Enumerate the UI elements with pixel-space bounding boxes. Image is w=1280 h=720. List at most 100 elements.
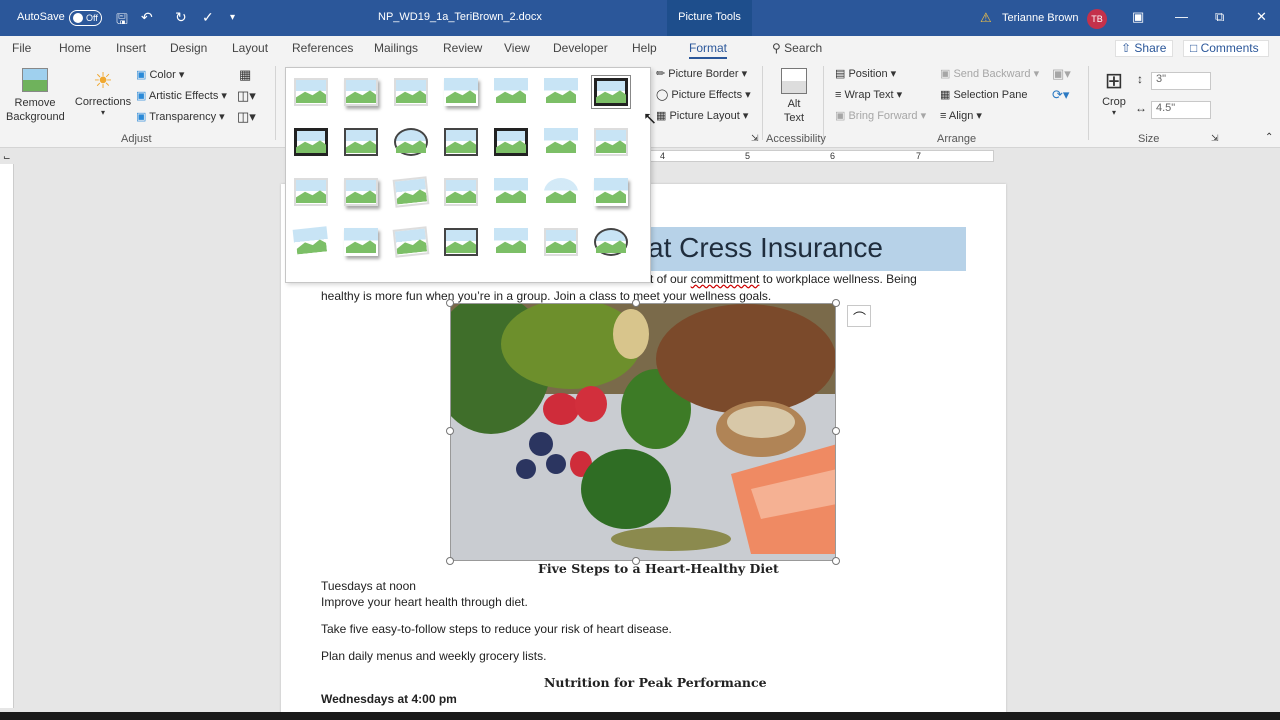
picture-style-option[interactable]: [594, 228, 628, 256]
customize-qat-icon[interactable]: ▾: [230, 12, 235, 23]
resize-handle[interactable]: [832, 557, 840, 565]
tab-view[interactable]: View: [504, 41, 530, 55]
close-icon[interactable]: ✕: [1256, 9, 1267, 25]
picture-style-option[interactable]: [494, 78, 528, 106]
crop-button[interactable]: ⊞ Crop ▾: [1098, 68, 1130, 117]
body-line[interactable]: Plan daily menus and weekly grocery list…: [321, 649, 546, 663]
picture-style-option[interactable]: [294, 128, 328, 156]
comments-button[interactable]: □ Comments: [1183, 40, 1269, 57]
undo-icon[interactable]: ↶: [141, 9, 153, 26]
resize-handle[interactable]: [632, 299, 640, 307]
picture-layout-button[interactable]: ▦ Picture Layout ▾: [656, 109, 748, 122]
send-backward-button[interactable]: ▣ Send Backward ▾: [940, 67, 1039, 80]
avatar[interactable]: TB: [1087, 9, 1107, 29]
selected-picture[interactable]: [450, 303, 836, 561]
picture-style-option[interactable]: [344, 78, 378, 106]
resize-handle[interactable]: [832, 299, 840, 307]
remove-background-button[interactable]: Remove Background: [6, 68, 65, 124]
share-button[interactable]: ⇧ Share: [1115, 40, 1173, 57]
rotate-icon[interactable]: ⟳▾: [1052, 87, 1069, 103]
picture-style-option[interactable]: [444, 178, 478, 206]
reset-picture-icon[interactable]: ◫▾: [237, 109, 256, 125]
user-name[interactable]: Terianne Brown: [1002, 12, 1078, 24]
picture-style-option[interactable]: [344, 228, 378, 256]
misspelled-word[interactable]: committment: [691, 272, 760, 286]
transparency-button[interactable]: ▣ Transparency ▾: [136, 110, 225, 123]
corrections-button[interactable]: ☀ Corrections ▾: [73, 68, 133, 117]
picture-effects-button[interactable]: ◯ Picture Effects ▾: [656, 88, 751, 101]
picture-style-option[interactable]: [591, 75, 631, 109]
layout-options-button[interactable]: ⌒: [847, 305, 871, 327]
picture-style-option[interactable]: [394, 128, 428, 156]
compress-pictures-icon[interactable]: ▦: [239, 67, 251, 83]
tab-help[interactable]: Help: [632, 41, 657, 55]
color-button[interactable]: ▣ Color ▾: [136, 68, 184, 81]
wrap-text-button[interactable]: ≡ Wrap Text ▾: [835, 88, 902, 101]
picture-style-option[interactable]: [594, 128, 628, 156]
tab-developer[interactable]: Developer: [553, 41, 608, 55]
selection-pane-button[interactable]: ▦ Selection Pane: [940, 88, 1027, 101]
picture-style-option[interactable]: [444, 228, 478, 256]
body-line[interactable]: Tuesdays at noon: [321, 579, 416, 593]
alt-text-button[interactable]: Alt Text: [772, 68, 816, 125]
picture-style-option[interactable]: [294, 178, 328, 206]
redo-icon[interactable]: ↻: [175, 9, 187, 26]
tab-review[interactable]: Review: [443, 41, 482, 55]
document-heading[interactable]: at Cress Insurance: [648, 232, 883, 264]
resize-handle[interactable]: [832, 427, 840, 435]
position-button[interactable]: ▤ Position ▾: [835, 67, 896, 80]
intro-line-1[interactable]: t of our committment to workplace wellne…: [650, 272, 917, 286]
tab-file[interactable]: File: [12, 41, 31, 55]
tab-format[interactable]: Format: [689, 41, 728, 59]
picture-style-option[interactable]: [392, 226, 430, 258]
tab-layout[interactable]: Layout: [232, 41, 268, 55]
ribbon-display-options-icon[interactable]: ▣: [1132, 9, 1144, 25]
picture-style-option[interactable]: [444, 128, 478, 156]
tab-home[interactable]: Home: [59, 41, 91, 55]
restore-icon[interactable]: ⧉: [1215, 9, 1224, 25]
height-input[interactable]: 3": [1151, 72, 1211, 90]
width-input[interactable]: 4.5": [1151, 101, 1211, 119]
save-icon[interactable]: 🖫: [116, 9, 128, 33]
intro-line-2[interactable]: healthy is more fun when you’re in a gro…: [321, 289, 771, 303]
change-picture-icon[interactable]: ◫▾: [237, 88, 256, 104]
section-title[interactable]: Five Steps to a Heart-Healthy Diet: [538, 561, 779, 576]
picture-style-option[interactable]: [544, 228, 578, 256]
warning-icon[interactable]: ⚠: [980, 10, 992, 26]
picture-style-option[interactable]: [294, 78, 328, 106]
resize-handle[interactable]: [446, 427, 454, 435]
align-button[interactable]: ≡ Align ▾: [940, 109, 982, 122]
resize-handle[interactable]: [446, 557, 454, 565]
group-objects-icon[interactable]: ▣▾: [1052, 66, 1071, 82]
spelling-icon[interactable]: ✓: [202, 9, 214, 26]
body-line[interactable]: Take five easy-to-follow steps to reduce…: [321, 622, 672, 636]
tab-design[interactable]: Design: [170, 41, 207, 55]
body-line[interactable]: Wednesdays at 4:00 pm: [321, 692, 457, 706]
picture-style-option[interactable]: [344, 178, 378, 206]
dialog-launcher-icon[interactable]: ⇲: [751, 133, 759, 144]
minimize-icon[interactable]: —: [1175, 9, 1188, 24]
collapse-ribbon-icon[interactable]: ⌃: [1265, 132, 1273, 143]
picture-style-option[interactable]: [544, 128, 578, 156]
section-title[interactable]: Nutrition for Peak Performance: [544, 675, 767, 690]
picture-style-option[interactable]: [494, 228, 528, 256]
picture-style-option[interactable]: [494, 178, 528, 206]
tab-mailings[interactable]: Mailings: [374, 41, 418, 55]
artistic-effects-button[interactable]: ▣ Artistic Effects ▾: [136, 89, 227, 102]
picture-style-option[interactable]: [594, 178, 628, 206]
dialog-launcher-icon[interactable]: ⇲: [1211, 133, 1219, 144]
picture-style-option[interactable]: [444, 78, 478, 106]
resize-handle[interactable]: [446, 299, 454, 307]
picture-border-button[interactable]: ✏ Picture Border ▾: [656, 67, 747, 80]
body-line[interactable]: Improve your heart health through diet.: [321, 595, 528, 609]
search-box[interactable]: ⚲ Search: [772, 41, 822, 55]
autosave-toggle[interactable]: Off: [69, 10, 102, 26]
tab-insert[interactable]: Insert: [116, 41, 146, 55]
bring-forward-button[interactable]: ▣ Bring Forward ▾: [835, 109, 926, 122]
picture-style-option[interactable]: [494, 128, 528, 156]
picture-style-option[interactable]: [544, 78, 578, 106]
picture-style-option[interactable]: [392, 176, 430, 208]
picture-style-option[interactable]: [394, 78, 428, 106]
picture-style-option[interactable]: [344, 128, 378, 156]
tab-selector-icon[interactable]: ⌙: [3, 152, 11, 163]
